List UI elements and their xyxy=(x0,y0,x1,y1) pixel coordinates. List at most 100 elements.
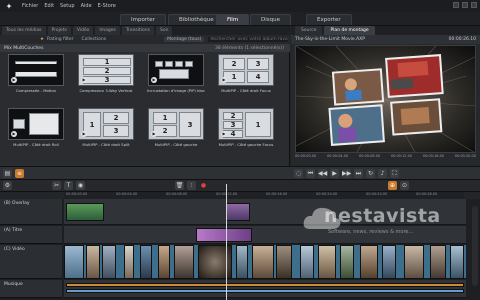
storyboard-icon[interactable]: ▤ xyxy=(3,168,12,178)
fullscreen-icon[interactable]: ⛶ xyxy=(390,168,399,178)
play-icon[interactable]: ▶ xyxy=(221,77,227,83)
track-lane[interactable] xyxy=(64,280,466,298)
play-icon[interactable]: ▶ xyxy=(151,77,157,83)
template-thumbnail: 2 3 4 1 ▶ xyxy=(218,108,274,140)
collections-button[interactable]: Collections xyxy=(81,37,106,42)
template-card[interactable]: ▶ MultiPIP - Côté droit Roll xyxy=(4,108,68,152)
close-icon[interactable] xyxy=(471,2,477,8)
play-icon[interactable]: ▶ xyxy=(151,131,157,137)
timeline-view-icon[interactable]: ≡ xyxy=(15,168,24,178)
play-icon[interactable]: ▶ xyxy=(221,131,227,137)
play-icon[interactable]: ▶ xyxy=(11,131,17,137)
clip[interactable] xyxy=(276,245,292,279)
template-card[interactable]: ▶ Compressée - Motion xyxy=(4,54,68,98)
template-card[interactable]: 2 3 4 1 ▶ MultiPIP - Côté gauche Focus xyxy=(214,108,278,152)
volume-icon[interactable]: ♪ xyxy=(378,168,387,178)
tab-importer[interactable]: Importer xyxy=(120,14,166,25)
clip[interactable] xyxy=(318,245,336,279)
playhead[interactable] xyxy=(226,184,227,300)
loop-icon[interactable]: ↻ xyxy=(366,168,375,178)
subtab-transitions[interactable]: Transitions xyxy=(121,26,154,35)
track-lane[interactable] xyxy=(64,226,466,244)
clip[interactable] xyxy=(252,245,274,279)
clip[interactable] xyxy=(226,203,250,221)
split-icon[interactable]: ⫶ xyxy=(187,181,196,190)
clip[interactable] xyxy=(340,245,354,279)
clip[interactable] xyxy=(86,245,100,279)
track-header[interactable]: (B) Overlay xyxy=(0,199,62,225)
subtab-projects[interactable]: Projets xyxy=(47,26,71,35)
menu-file[interactable]: Fichier xyxy=(22,3,38,9)
timeline-ruler[interactable]: 00:00:00.00 00:00:04.00 00:00:08.00 00:0… xyxy=(64,192,464,199)
subtab-all-media[interactable]: Tous les médias xyxy=(2,26,46,35)
menu-edit[interactable]: Edit xyxy=(44,3,54,9)
track-header[interactable]: Musique xyxy=(0,280,62,298)
jog-icon[interactable]: ◌ xyxy=(294,168,303,178)
menu-bar: ✦ Fichier Edit Setup Aide E-Store xyxy=(0,0,480,12)
tab-source[interactable]: Source xyxy=(295,26,323,35)
audio-clip[interactable] xyxy=(66,283,464,287)
clip[interactable] xyxy=(360,245,378,279)
subtab-sound[interactable]: Son xyxy=(155,26,173,35)
preview-frame xyxy=(296,46,475,152)
snap-icon[interactable]: ⊕ xyxy=(388,181,397,190)
record-icon[interactable]: ● xyxy=(199,181,208,190)
clip[interactable] xyxy=(430,245,446,279)
text-icon[interactable]: T xyxy=(64,181,73,190)
clip[interactable] xyxy=(300,245,314,279)
minimize-icon[interactable] xyxy=(453,2,459,8)
clip[interactable] xyxy=(196,228,252,242)
timeline-scrollbar[interactable] xyxy=(472,206,478,286)
clip[interactable] xyxy=(158,245,170,279)
subtab-images[interactable]: Images xyxy=(95,26,120,35)
menu-setup[interactable]: Setup xyxy=(60,3,75,9)
preview-ruler[interactable]: 00:00:00.00 00:00:04.00 00:00:08.00 00:0… xyxy=(295,154,476,160)
clip[interactable] xyxy=(140,245,152,279)
delete-icon[interactable]: 🗑 xyxy=(175,181,184,190)
menu-estore[interactable]: E-Store xyxy=(98,3,116,9)
play-icon[interactable]: ▶ xyxy=(81,77,87,83)
tab-exporter[interactable]: Exporter xyxy=(306,14,352,25)
play-button-icon[interactable]: ▶ xyxy=(330,168,339,178)
clip[interactable] xyxy=(66,203,104,221)
settings-icon[interactable]: ⚙ xyxy=(3,181,12,190)
clip[interactable] xyxy=(174,245,194,279)
clip[interactable] xyxy=(404,245,424,279)
clip[interactable] xyxy=(236,245,248,279)
mode-dropdown[interactable]: Montage (tous) xyxy=(164,37,205,42)
zoom-icon[interactable]: ⊙ xyxy=(400,181,409,190)
skip-back-icon[interactable]: ⏮ xyxy=(306,168,315,178)
track-lane[interactable] xyxy=(64,199,466,225)
clip[interactable] xyxy=(382,245,396,279)
template-card[interactable]: 1 2 3 ▶ MultiPIP - Côté droit Split xyxy=(74,108,138,152)
template-card[interactable]: ▶ Incrustation d'image (PiP) bloc xyxy=(144,54,208,98)
clip[interactable] xyxy=(450,245,464,279)
template-card[interactable]: 1 2 3 ▶ MultiPIP - Côté gauche xyxy=(144,108,208,152)
track-lane[interactable] xyxy=(64,245,466,279)
tools-icon[interactable]: ✂ xyxy=(52,181,61,190)
audio-clip[interactable] xyxy=(66,289,464,293)
maximize-icon[interactable] xyxy=(462,2,468,8)
tab-film[interactable]: Film xyxy=(216,14,250,25)
forward-icon[interactable]: ▶▶ xyxy=(342,168,351,178)
menu-help[interactable]: Aide xyxy=(81,3,92,9)
play-icon[interactable]: ▶ xyxy=(81,131,87,137)
camera-icon[interactable]: ◉ xyxy=(76,181,85,190)
clip[interactable] xyxy=(64,245,84,279)
rating-filter[interactable]: Rating filter xyxy=(47,37,73,42)
template-card[interactable]: 1 2 3 ▶ Compression 3-Way Vertical xyxy=(74,54,138,98)
clip[interactable] xyxy=(102,245,116,279)
subtab-video[interactable]: Vidéo xyxy=(72,26,94,35)
play-icon[interactable]: ▶ xyxy=(11,77,17,83)
rewind-icon[interactable]: ◀◀ xyxy=(318,168,327,178)
tab-disque[interactable]: Disque xyxy=(250,14,291,25)
preview-screen[interactable] xyxy=(295,45,476,153)
track-header[interactable]: (A) Titre xyxy=(0,226,62,244)
template-card[interactable]: 2 3 1 4 ▶ MultiPIP - Côté droit Focus xyxy=(214,54,278,98)
clip[interactable] xyxy=(124,245,134,279)
track-header[interactable]: (C) Vidéo xyxy=(0,245,62,279)
tab-timeline-preview[interactable]: Plan de montage xyxy=(324,26,375,35)
star-icon[interactable]: ★ xyxy=(40,37,44,42)
skip-forward-icon[interactable]: ⏭ xyxy=(354,168,363,178)
search-input[interactable]: Rechercher avec votre album favori xyxy=(208,37,289,42)
